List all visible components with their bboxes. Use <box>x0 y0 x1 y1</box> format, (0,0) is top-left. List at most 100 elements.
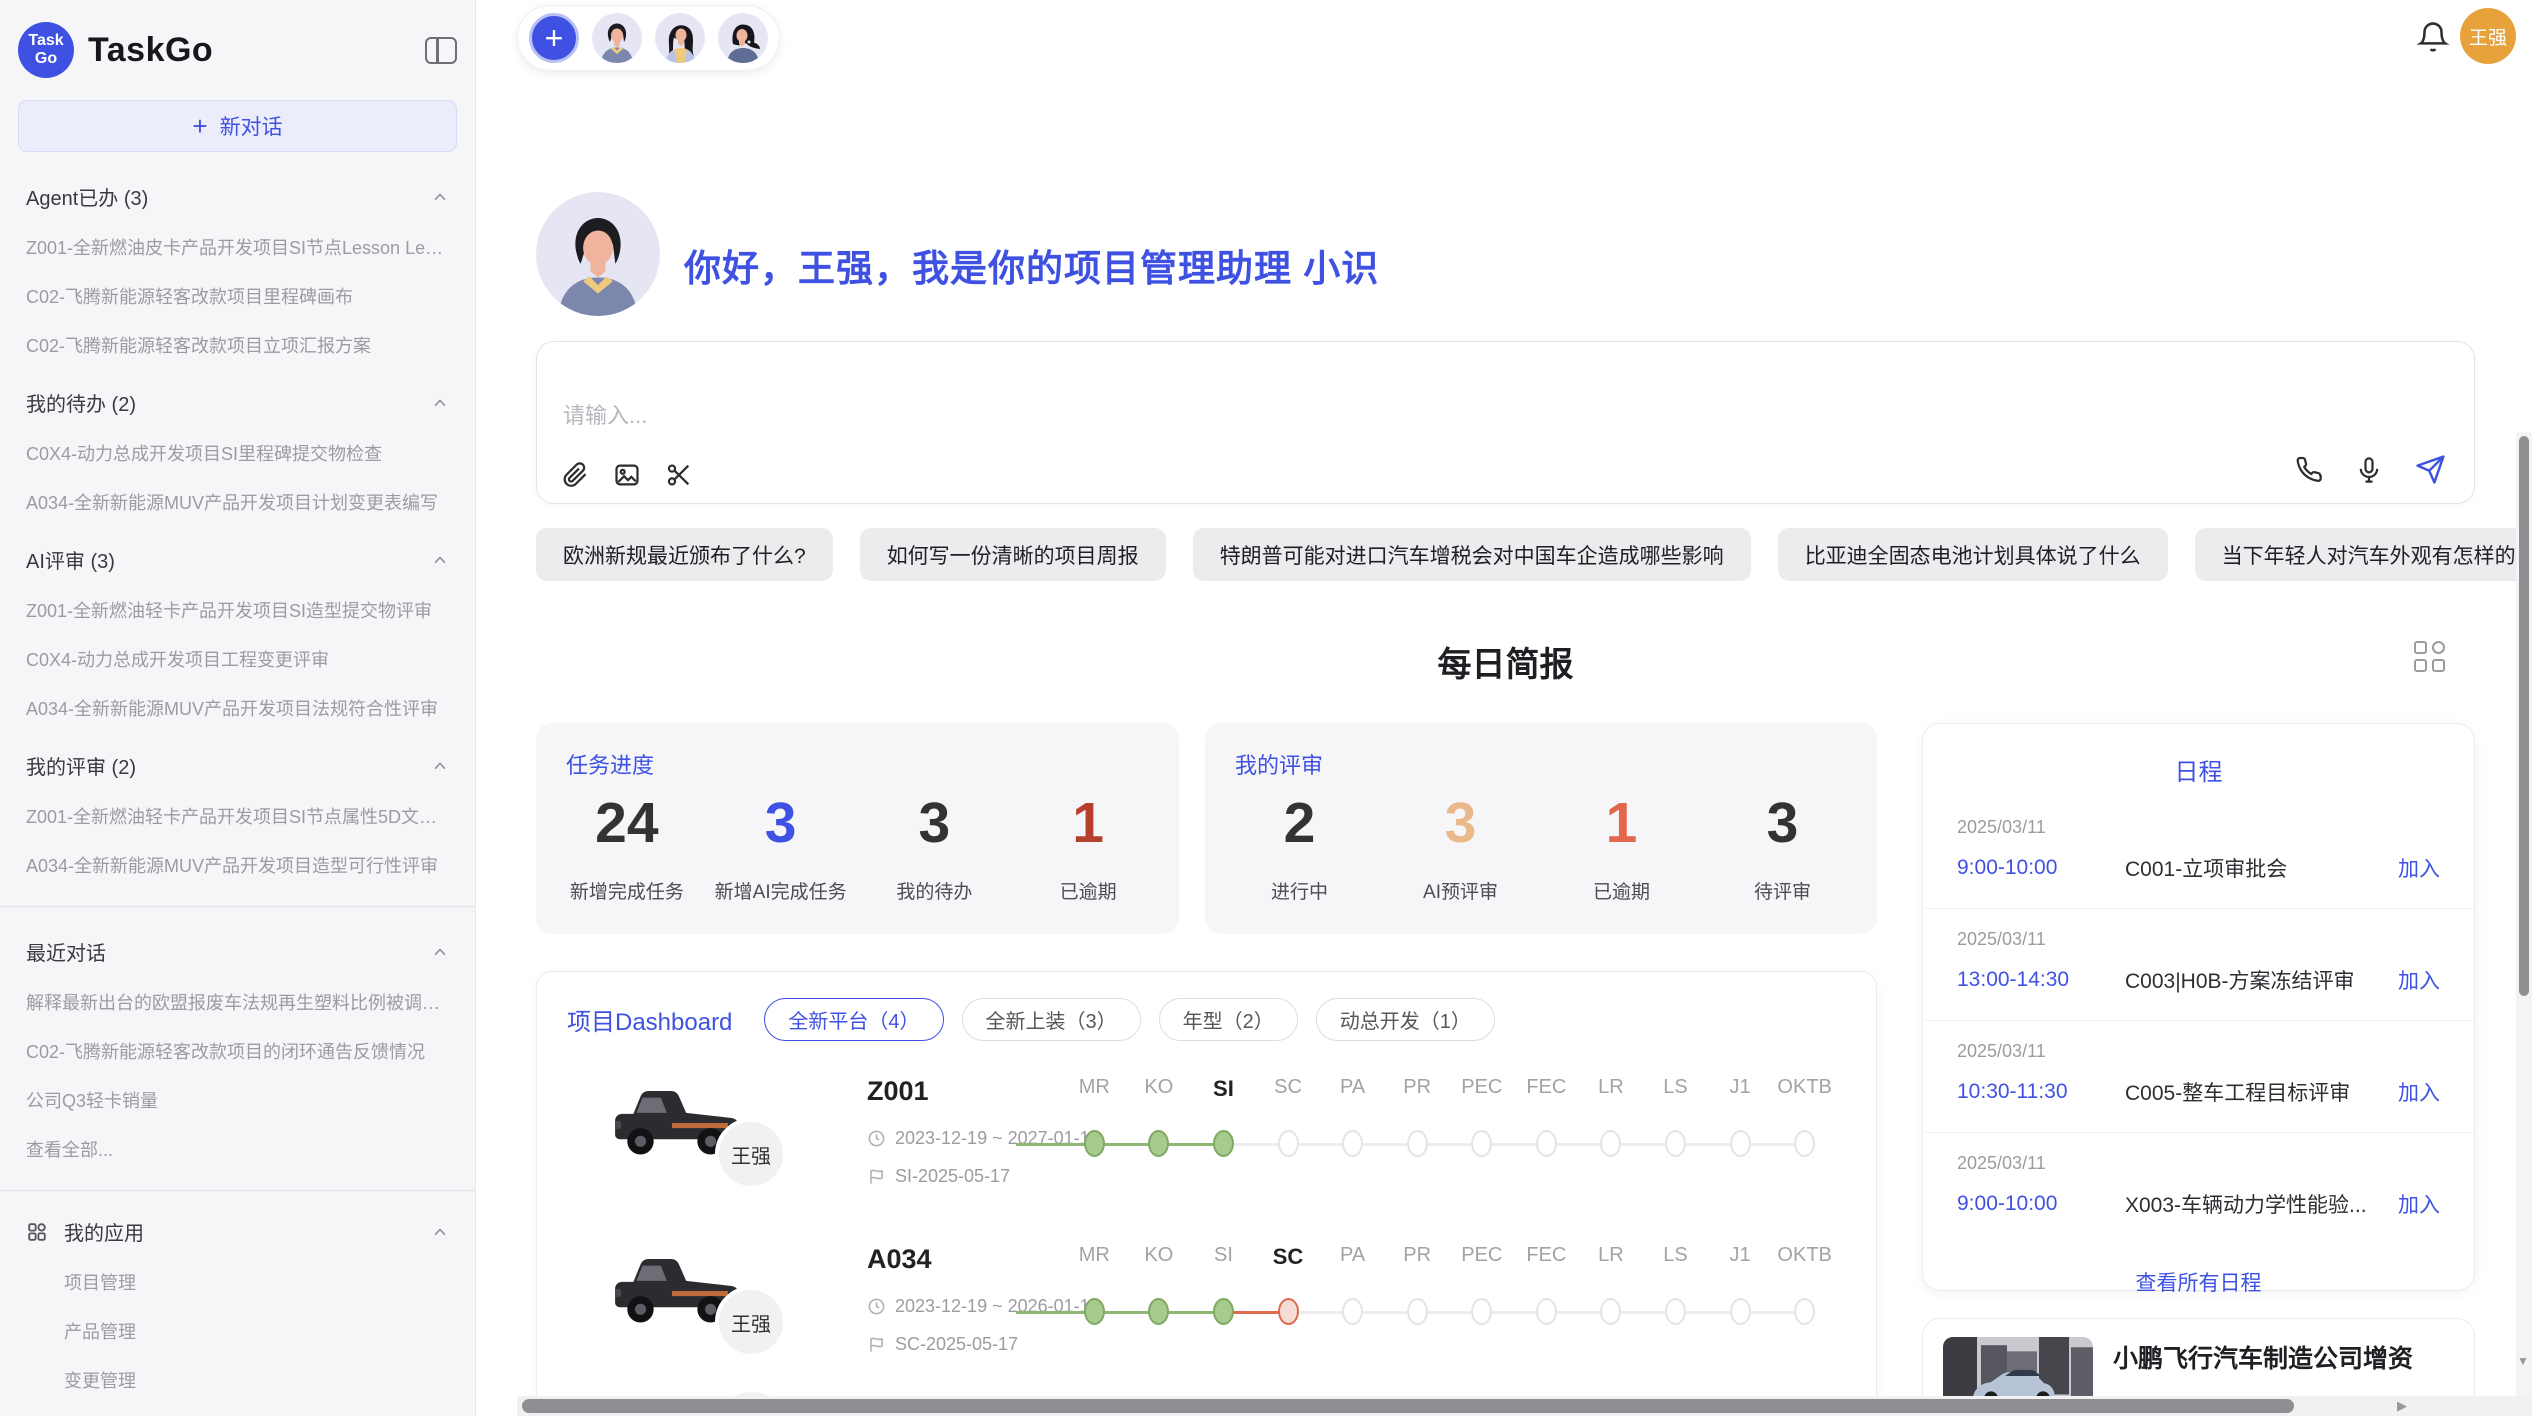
chevron-up-icon[interactable] <box>431 1223 449 1241</box>
stat-label: 已逾期 <box>1011 877 1165 904</box>
app-item-project-mgmt[interactable]: 项目管理 <box>18 1269 457 1295</box>
join-link[interactable]: 加入 <box>2398 1189 2440 1219</box>
stats-row: 2 进行中 3 AI预评审 1 已逾期 3 待评审 <box>1219 795 1863 904</box>
send-icon[interactable] <box>2415 454 2446 485</box>
image-icon[interactable] <box>613 461 641 489</box>
tab-new-body[interactable]: 全新上装（3） <box>962 998 1141 1041</box>
vertical-scrollbar-thumb[interactable] <box>2519 436 2529 996</box>
scroll-right-arrow-icon[interactable]: ▶ <box>2397 1398 2407 1414</box>
recent-chat-item[interactable]: 解释最新出台的欧盟报废车法规再生塑料比例被调至15%... <box>18 989 457 1015</box>
recent-chat-item[interactable]: C02-飞腾新能源轻客改款项目的闭环通告反馈情况 <box>18 1038 457 1064</box>
horizontal-scrollbar-thumb[interactable] <box>522 1399 2294 1413</box>
app-item-product-mgmt[interactable]: 产品管理 <box>18 1318 457 1344</box>
sidebar-item[interactable]: C02-飞腾新能源轻客改款项目里程碑画布 <box>18 283 457 309</box>
schedule-events: 2025/03/11 9:00-10:00 C001-立项审批会 加入 2025… <box>1923 797 2474 1245</box>
milestone-dot <box>1600 1298 1621 1325</box>
chat-input[interactable] <box>563 394 1963 438</box>
attachment-icon[interactable] <box>561 461 589 489</box>
sidebar-item[interactable]: C02-飞腾新能源轻客改款项目立项汇报方案 <box>18 332 457 358</box>
event-time: 13:00-14:30 <box>1957 968 2125 992</box>
clock-icon <box>867 1129 886 1148</box>
sidebar-item-my-apps[interactable]: 我的应用 <box>18 1217 457 1246</box>
stat-label: 进行中 <box>1219 877 1380 904</box>
new-chat-label: 新对话 <box>220 111 283 141</box>
owner-badge: 王强 <box>715 1118 787 1190</box>
tab-powertrain[interactable]: 动总开发（1） <box>1316 998 1495 1041</box>
milestone-track: MRKO SISC PAPR PECFEC LRLS J1OKTB <box>1062 1076 1837 1160</box>
dashboard-header: 项目Dashboard 全新平台（4） 全新上装（3） 年型（2） 动总开发（1… <box>537 972 1876 1041</box>
project-row[interactable]: 王强 A034 2023-12-19 ~ 2026-01-19 SC-2025-… <box>567 1240 1850 1410</box>
daily-brief-title: 每日简报 <box>536 637 2475 686</box>
sidebar-item[interactable]: A034-全新新能源MUV产品开发项目计划变更表编写 <box>18 489 457 515</box>
sidebar-item[interactable]: A034-全新新能源MUV产品开发项目造型可行性评审 <box>18 852 457 878</box>
scroll-down-arrow-icon[interactable]: ▼ <box>2517 1354 2529 1368</box>
suggestion-chip[interactable]: 当下年轻人对汽车外观有怎样的喜好趋势 <box>2195 528 2532 581</box>
user-avatar[interactable]: 王强 <box>2460 8 2516 64</box>
horizontal-scrollbar[interactable]: ▶ <box>517 1396 2532 1416</box>
stat: 2 进行中 <box>1219 795 1380 904</box>
milestone-labels: MRKO SISC PAPR PECFEC LRLS J1OKTB <box>1062 1076 1837 1102</box>
chevron-up-icon[interactable] <box>431 394 449 412</box>
milestone-dot <box>1665 1298 1686 1325</box>
join-link[interactable]: 加入 <box>2398 965 2440 995</box>
composer-left-tools <box>561 461 693 489</box>
notification-bell-icon[interactable] <box>2416 20 2450 54</box>
scissors-icon[interactable] <box>665 461 693 489</box>
sidebar-item[interactable]: Z001-全新燃油皮卡产品开发项目SI节点Lesson Learn报告 <box>18 234 457 260</box>
avatar[interactable] <box>655 13 705 63</box>
project-row[interactable]: 王强 Z001 2023-12-19 ~ 2027-01-19 SI-2025-… <box>567 1072 1850 1242</box>
card-title: 任务进度 <box>566 748 654 780</box>
layout-grid-icon[interactable] <box>2414 641 2448 675</box>
sidebar-item[interactable]: A034-全新新能源MUV产品开发项目法规符合性评审 <box>18 695 457 721</box>
milestone-dot <box>1730 1130 1751 1157</box>
chevron-up-icon[interactable] <box>431 188 449 206</box>
app-item-change-mgmt[interactable]: 变更管理 <box>18 1367 457 1393</box>
avatar[interactable] <box>592 13 642 63</box>
stat-value: 3 <box>858 795 1012 852</box>
milestone-dot-done <box>1148 1130 1169 1157</box>
stat-label: 新增AI完成任务 <box>704 877 858 904</box>
sidebar-item[interactable]: Z001-全新燃油轻卡产品开发项目SI造型提交物评审 <box>18 597 457 623</box>
section-my-review[interactable]: 我的评审 (2) <box>18 751 457 780</box>
recent-chat-item[interactable]: 公司Q3轻卡销量 <box>18 1087 457 1113</box>
join-link[interactable]: 加入 <box>2398 853 2440 883</box>
section-recent-chats[interactable]: 最近对话 <box>18 937 457 966</box>
chevron-up-icon[interactable] <box>431 943 449 961</box>
tab-model-year[interactable]: 年型（2） <box>1159 998 1298 1041</box>
suggestion-chip[interactable]: 比亚迪全固态电池计划具体说了什么 <box>1778 528 2168 581</box>
event-date: 2025/03/11 <box>1957 817 2440 838</box>
sidebar-item[interactable]: Z001-全新燃油轻卡产品开发项目SI节点属性5D文件评审 <box>18 803 457 829</box>
avatar[interactable] <box>718 13 768 63</box>
join-link[interactable]: 加入 <box>2398 1077 2440 1107</box>
new-chat-button[interactable]: + 新对话 <box>18 100 457 152</box>
vertical-scrollbar[interactable]: ▼ <box>2516 432 2532 1396</box>
chat-composer <box>536 341 2475 504</box>
milestone-track: MRKO SISC PAPR PECFEC LRLS J1OKTB <box>1062 1244 1837 1328</box>
suggestion-chip[interactable]: 特朗普可能对进口汽车增税会对中国车企造成哪些影响 <box>1193 528 1751 581</box>
suggestion-chip[interactable]: 欧洲新规最近颁布了什么? <box>536 528 833 581</box>
sidebar-item[interactable]: C0X4-动力总成开发项目工程变更评审 <box>18 646 457 672</box>
section-ai-review[interactable]: AI评审 (3) <box>18 545 457 574</box>
sidebar-item[interactable]: C0X4-动力总成开发项目SI里程碑提交物检查 <box>18 440 457 466</box>
event-title: C001-立项审批会 <box>2125 853 2398 883</box>
view-all-chats-link[interactable]: 查看全部... <box>18 1136 457 1162</box>
microphone-icon[interactable] <box>2355 456 2383 484</box>
suggestion-chip[interactable]: 如何写一份清晰的项目周报 <box>860 528 1166 581</box>
sidebar-collapse-icon[interactable] <box>425 37 457 64</box>
section-my-todo[interactable]: 我的待办 (2) <box>18 388 457 417</box>
event-title: X003-车辆动力学性能验... <box>2125 1189 2398 1219</box>
task-progress-card: 任务进度 24 新增完成任务 3 新增AI完成任务 3 我的待办 1 已逾期 <box>536 723 1179 934</box>
section-agent-done[interactable]: Agent已办 (3) <box>18 182 457 211</box>
news-title: 小鹏飞行汽车制造公司增资 <box>2113 1339 2460 1375</box>
view-all-schedule-link[interactable]: 查看所有日程 <box>1923 1267 2474 1297</box>
milestone-dot <box>1278 1130 1299 1157</box>
milestone-dot <box>1342 1298 1363 1325</box>
phone-icon[interactable] <box>2295 456 2323 484</box>
chevron-up-icon[interactable] <box>431 551 449 569</box>
event-time: 10:30-11:30 <box>1957 1080 2125 1104</box>
stat-label: AI预评审 <box>1380 877 1541 904</box>
chevron-up-icon[interactable] <box>431 757 449 775</box>
tab-new-platform[interactable]: 全新平台（4） <box>764 998 943 1041</box>
stat: 1 已逾期 <box>1541 795 1702 904</box>
add-conversation-button[interactable]: + <box>529 13 579 63</box>
